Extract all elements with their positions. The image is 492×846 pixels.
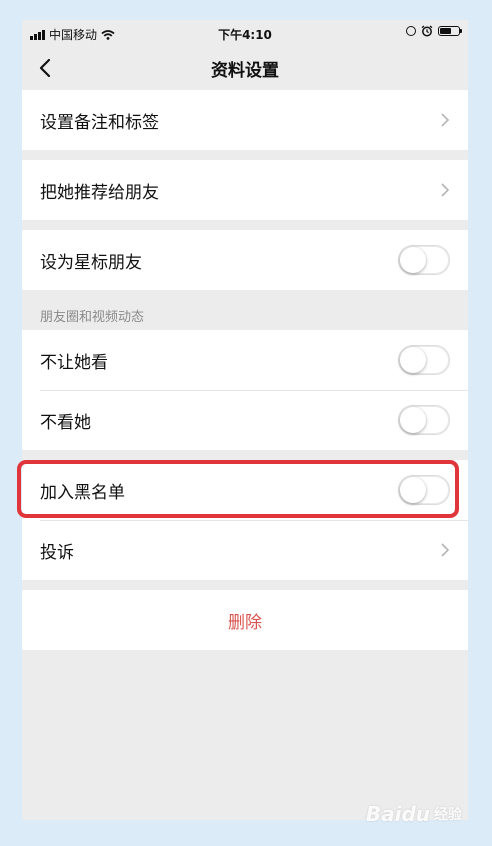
set-remark-label: 设置备注和标签 (40, 112, 159, 133)
alarm-icon (421, 25, 433, 37)
blacklist-label: 加入黑名单 (40, 482, 125, 503)
hide-her-moments-label: 不看她 (40, 412, 91, 433)
star-friend-label: 设为星标朋友 (40, 252, 142, 273)
block-report-group: 加入黑名单 投诉 (22, 460, 468, 580)
status-right (406, 25, 462, 37)
baidu-watermark: Baidu 经验 (366, 802, 462, 826)
report-label: 投诉 (40, 542, 74, 563)
remark-group: 设置备注和标签 (22, 90, 468, 150)
delete-button[interactable]: 删除 (22, 590, 468, 650)
chevron-right-icon (441, 543, 450, 557)
hide-my-moments-row: 不让她看 (22, 330, 468, 390)
recommend-group: 把她推荐给朋友 (22, 160, 468, 220)
baidu-logo: Baidu (365, 802, 430, 826)
watermark-text: 经验 (434, 807, 462, 823)
star-group: 设为星标朋友 (22, 230, 468, 290)
blacklist-toggle[interactable] (398, 475, 450, 505)
report-row[interactable]: 投诉 (22, 520, 468, 580)
blacklist-row: 加入黑名单 (22, 460, 468, 520)
set-remark-row[interactable]: 设置备注和标签 (22, 90, 468, 150)
moments-section-header: 朋友圈和视频动态 (40, 310, 145, 325)
status-bar: 中国移动 下午4:10 (22, 20, 468, 46)
battery-icon (438, 26, 462, 36)
nav-bar: 资料设置 (22, 46, 468, 90)
star-friend-row: 设为星标朋友 (22, 230, 468, 290)
hide-my-moments-label: 不让她看 (40, 352, 108, 373)
phone-screen: 中国移动 下午4:10 资料设置 设置备注和标签 把她推荐给朋友 设为星标朋友 … (22, 20, 468, 820)
hide-her-moments-toggle[interactable] (398, 405, 450, 435)
rotation-lock-icon (406, 26, 416, 36)
chevron-right-icon (441, 183, 450, 197)
chevron-left-icon[interactable] (36, 56, 56, 80)
chevron-right-icon (441, 113, 450, 127)
hide-her-moments-row: 不看她 (22, 390, 468, 450)
page-title: 资料设置 (211, 60, 279, 81)
recommend-friend-row[interactable]: 把她推荐给朋友 (22, 160, 468, 220)
recommend-friend-label: 把她推荐给朋友 (40, 182, 159, 203)
hide-my-moments-toggle[interactable] (398, 345, 450, 375)
status-time: 下午4:10 (218, 28, 272, 42)
star-friend-toggle[interactable] (398, 245, 450, 275)
delete-group: 删除 (22, 590, 468, 650)
moments-group: 不让她看 不看她 (22, 330, 468, 450)
